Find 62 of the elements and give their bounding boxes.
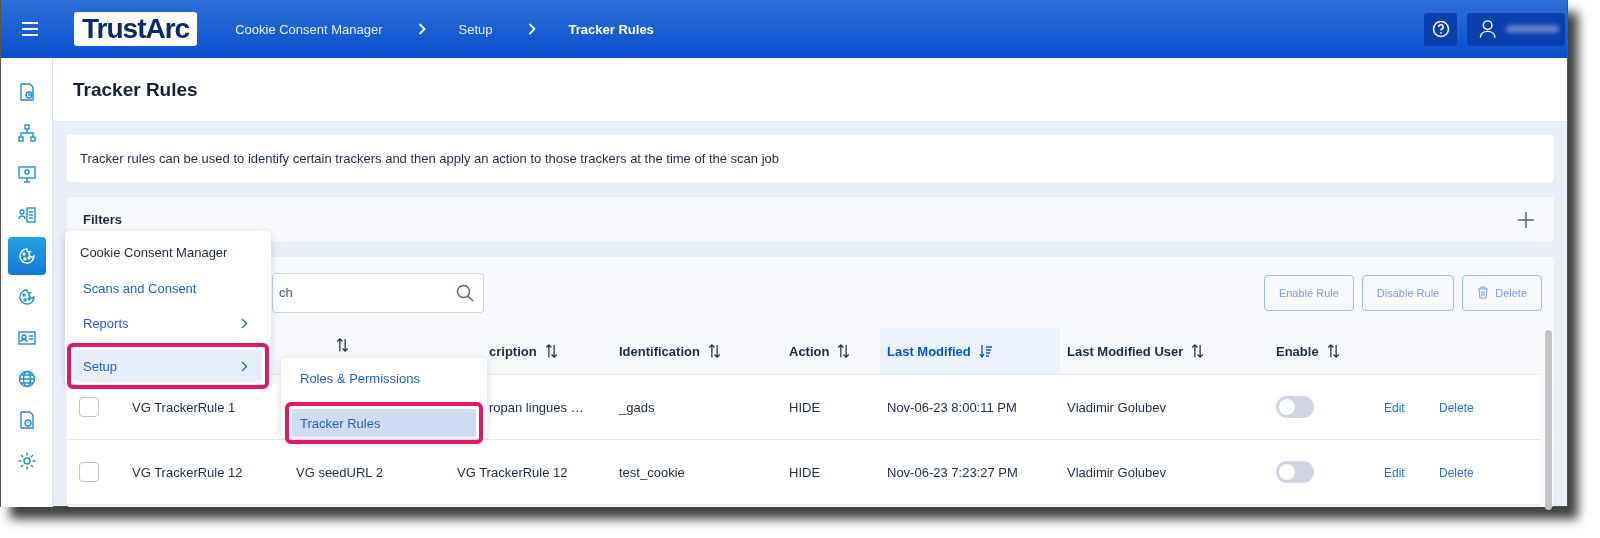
- table-cell: VG TrackerRule 12: [132, 464, 243, 480]
- table-cell: Nov-06-23 7:23:27 PM: [887, 464, 1018, 480]
- edit-link[interactable]: Edit: [1384, 465, 1405, 480]
- menu-item[interactable]: Setup: [74, 350, 262, 382]
- column-header[interactable]: Identification: [619, 343, 700, 359]
- menu-title: Cookie Consent Manager: [79, 244, 229, 262]
- table-cell: VG seedURL 2: [296, 464, 383, 480]
- table-cell: VG TrackerRule 1: [132, 399, 236, 415]
- submenu-item[interactable]: Tracker Rules: [292, 409, 476, 437]
- search-field[interactable]: ch: [272, 272, 484, 313]
- menu-item[interactable]: Reports: [74, 308, 262, 338]
- sort-icon[interactable]: [707, 344, 721, 358]
- trash-icon: [1477, 286, 1490, 299]
- blurred-username: [1506, 25, 1559, 33]
- sort-icon[interactable]: [1191, 344, 1205, 358]
- row-checkbox[interactable]: [79, 462, 99, 482]
- table-cell: _gads: [619, 399, 655, 415]
- sort-icon[interactable]: [544, 344, 558, 358]
- table-cell: ropan lingues …: [489, 399, 584, 415]
- column-header[interactable]: Enable: [1276, 343, 1319, 359]
- chevron-right-icon: [241, 317, 248, 329]
- plus-icon[interactable]: [1518, 211, 1534, 228]
- table-cell: VG TrackerRule 12: [457, 464, 568, 480]
- column-header[interactable]: cription: [489, 343, 537, 359]
- menu-icon[interactable]: [21, 22, 39, 36]
- logo: TrustArc: [74, 12, 198, 46]
- chevron-right-icon: [241, 360, 248, 372]
- table-cell: Nov-06-23 8:00:11 PM: [887, 399, 1017, 415]
- enable-toggle[interactable]: [1276, 396, 1314, 418]
- column-header[interactable]: Last Modified: [887, 343, 971, 359]
- submenu-item[interactable]: Roles & Permissions: [292, 364, 476, 392]
- page-title: Tracker Rules: [73, 78, 198, 101]
- table-cell: Vladimir Golubev: [1067, 399, 1166, 415]
- column-header[interactable]: Action: [789, 343, 830, 359]
- sort-descending-icon[interactable]: [978, 344, 993, 358]
- delete-link[interactable]: Delete: [1439, 465, 1474, 480]
- delete-link[interactable]: Delete: [1439, 400, 1474, 415]
- sort-icon[interactable]: [336, 338, 349, 352]
- enable-toggle[interactable]: [1276, 461, 1314, 483]
- sort-icon[interactable]: [1326, 344, 1340, 358]
- chevron-right-icon: [527, 23, 536, 35]
- sidebar-cookie-icon[interactable]: [7, 237, 46, 275]
- user-icon: [1479, 19, 1497, 39]
- menu-item[interactable]: Scans and Consent: [74, 273, 262, 303]
- table-cell: test_cookie: [619, 464, 685, 480]
- column-header[interactable]: Last Modified User: [1067, 343, 1184, 359]
- sort-icon[interactable]: [837, 344, 851, 358]
- filters-title: Filters: [83, 212, 122, 227]
- edit-link[interactable]: Edit: [1384, 400, 1405, 415]
- table-cell: HIDE: [789, 399, 821, 415]
- description-text: Tracker rules can be used to identify certain trackers and then apply an action to those trackers at the time of the scan job: [80, 151, 779, 166]
- table-cell: HIDE: [789, 464, 821, 480]
- row-checkbox[interactable]: [79, 397, 99, 417]
- user-menu-button[interactable]: [1467, 12, 1565, 46]
- table-cell: Vladimir Golubev: [1067, 464, 1166, 480]
- scrollbar[interactable]: [1545, 330, 1552, 510]
- help-button[interactable]: [1424, 12, 1457, 46]
- breadcrumb-link[interactable]: Setup: [458, 21, 493, 37]
- search-icon: [456, 283, 474, 302]
- chevron-right-icon: [417, 23, 426, 35]
- help-icon: [1431, 20, 1450, 38]
- breadcrumb-link[interactable]: Cookie Consent Manager: [235, 21, 383, 37]
